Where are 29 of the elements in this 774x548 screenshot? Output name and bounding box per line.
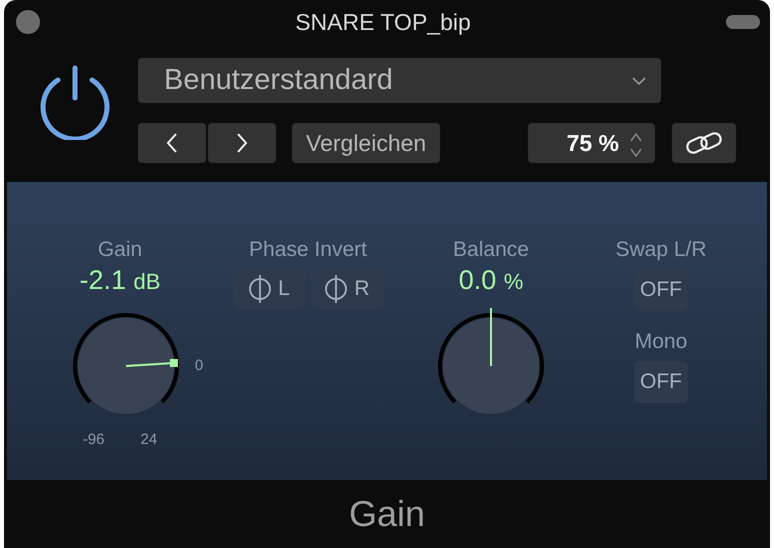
toggle-button[interactable]: OFF	[634, 269, 688, 311]
scale-label: -96	[82, 430, 104, 450]
window-title: SNARE TOP_bip	[295, 8, 471, 37]
chevron-down-icon	[631, 76, 647, 86]
switch-label: Swap L/R	[615, 237, 707, 263]
chevron-left-icon	[166, 132, 178, 154]
knob-label: Gain	[98, 237, 142, 263]
chevron-right-icon	[236, 132, 248, 154]
parameter-name: Gain	[348, 492, 426, 536]
switch-label: Mono	[634, 329, 688, 355]
phase-icon	[324, 274, 348, 304]
value-readout: -2.1 dB	[80, 264, 160, 297]
value-readout: 0.0 %	[458, 264, 524, 297]
toggle-button[interactable]: OFF	[634, 361, 688, 403]
scale-label: 24	[140, 430, 158, 450]
section-label: Phase Invert	[249, 237, 367, 263]
phase-invert-button[interactable]: L	[232, 269, 306, 309]
link-button[interactable]	[672, 123, 736, 163]
stepper-icon	[629, 130, 643, 159]
compare-button[interactable]: Vergleichen	[292, 123, 440, 163]
phase-icon	[248, 274, 272, 304]
phase-invert-button[interactable]: R	[310, 269, 384, 309]
close-button[interactable]	[16, 10, 40, 34]
zoom-stepper[interactable]: 75 %	[528, 123, 655, 163]
knob-label: Balance	[453, 237, 529, 263]
preset-dropdown[interactable]: Benutzerstandard	[138, 58, 661, 103]
link-icon	[684, 130, 724, 156]
window-control[interactable]	[726, 15, 760, 29]
scale-label: 0	[194, 356, 204, 376]
